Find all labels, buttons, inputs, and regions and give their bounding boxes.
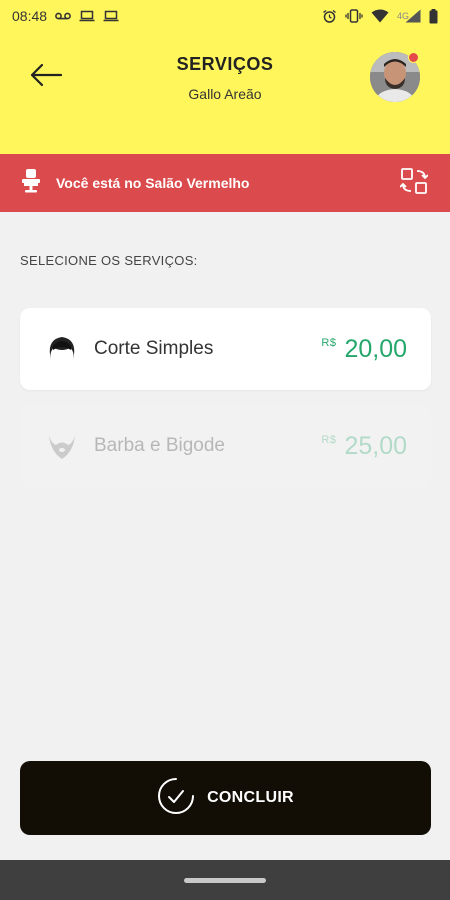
check-circle-icon	[157, 777, 195, 820]
price-value: 25,00	[344, 431, 407, 460]
hair-icon	[44, 331, 80, 367]
salon-text: Você está no Salão Vermelho	[56, 175, 250, 191]
concluir-button[interactable]: CONCLUIR	[20, 761, 431, 835]
switch-salon-button[interactable]	[398, 167, 430, 199]
system-navigation-bar	[0, 860, 450, 900]
laptop-icon	[79, 10, 95, 22]
price-currency: R$	[321, 433, 337, 446]
status-time: 08:48	[12, 8, 48, 24]
voicemail-icon	[55, 11, 71, 21]
app-header: SERVIÇOS Gallo Areão	[0, 32, 450, 154]
service-card-corte-simples[interactable]: Corte Simples R$ 20,00	[20, 308, 431, 390]
service-card-barba-e-bigode[interactable]: Barba e Bigode R$ 25,00	[20, 405, 431, 487]
battery-icon	[429, 8, 438, 24]
vibrate-icon	[345, 9, 363, 23]
service-price: R$ 20,00	[321, 335, 407, 364]
price-value: 20,00	[344, 334, 407, 363]
swap-icon	[399, 167, 429, 200]
home-gesture-pill[interactable]	[184, 877, 266, 883]
signal-icon: 4G	[397, 9, 421, 23]
service-price: R$ 25,00	[321, 432, 407, 461]
service-name: Corte Simples	[94, 338, 214, 359]
laptop-icon	[103, 10, 119, 22]
concluir-label: CONCLUIR	[207, 789, 294, 806]
service-name: Barba e Bigode	[94, 435, 225, 456]
beard-icon	[44, 428, 80, 464]
price-currency: R$	[321, 336, 337, 349]
wifi-icon	[371, 9, 389, 23]
alarm-icon	[322, 9, 337, 24]
status-bar: 08:48 4G	[0, 0, 450, 32]
barber-chair-icon	[20, 168, 42, 198]
salon-banner: Você está no Salão Vermelho	[0, 154, 450, 212]
notification-badge	[408, 52, 419, 63]
section-label: SELECIONE OS SERVIÇOS:	[20, 253, 198, 268]
